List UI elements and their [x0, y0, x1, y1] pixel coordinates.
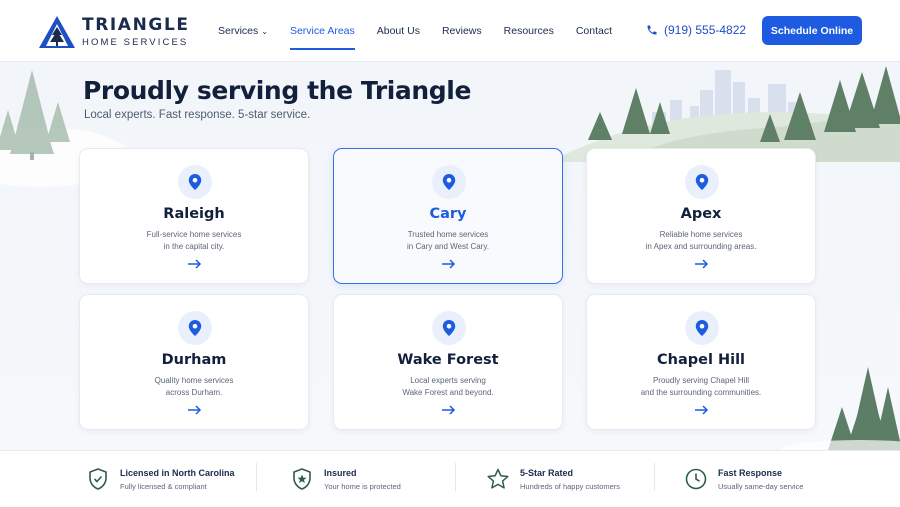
- phone-number: (919) 555-4822: [664, 23, 747, 37]
- trust-title: 5-Star Rated: [520, 467, 574, 478]
- trust-subtitle: Fully licensed & compliant: [120, 481, 207, 491]
- clock-icon: [685, 468, 707, 490]
- arrow-right-icon[interactable]: [442, 405, 456, 415]
- nav-contact-label: Contact: [575, 25, 613, 37]
- map-pin-icon: [685, 311, 719, 345]
- trust-title: Licensed in North Carolina: [120, 467, 235, 478]
- area-desc-line1: Proudly serving Chapel Hill: [652, 376, 750, 385]
- area-name: Wake Forest: [397, 352, 499, 368]
- divider: [654, 463, 655, 491]
- arrow-right-icon[interactable]: [188, 405, 202, 415]
- nav-about-us-label: About Us: [376, 25, 420, 37]
- area-card-durham[interactable]: Durham Quality home services across Durh…: [79, 294, 309, 430]
- area-desc-line2: in the capital city.: [163, 242, 225, 251]
- nav-service-areas-label: Service Areas: [289, 25, 355, 37]
- trust-item-fast-response: Fast Response Usually same-day service: [684, 462, 803, 496]
- area-description: Trusted home services in Cary and West C…: [354, 229, 542, 253]
- area-desc-line2: and the surrounding communities.: [640, 388, 762, 397]
- nav-reviews-label: Reviews: [441, 25, 482, 37]
- trust-bar: Licensed in North Carolina Fully license…: [0, 450, 900, 507]
- area-card-apex[interactable]: Apex Reliable home services in Apex and …: [586, 148, 816, 284]
- area-name: Chapel Hill: [656, 352, 746, 368]
- map-pin-icon: [685, 165, 719, 199]
- map-pin-icon: [178, 311, 212, 345]
- shield-check-icon: [89, 468, 107, 490]
- main-nav: Services ⌄ Service Areas About Us Review…: [218, 0, 634, 62]
- arrow-right-icon[interactable]: [695, 259, 709, 269]
- trust-title: Insured: [324, 467, 357, 478]
- area-desc-line1: Trusted home services: [407, 230, 489, 239]
- trust-item-rated: 5-Star Rated Hundreds of happy customers: [486, 462, 620, 496]
- area-desc-line2: across Durham.: [165, 388, 223, 397]
- nav-reviews[interactable]: Reviews: [442, 0, 482, 62]
- schedule-online-button[interactable]: Schedule Online: [762, 16, 862, 45]
- area-description: Reliable home services in Apex and surro…: [607, 229, 795, 253]
- brand-tagline: HOME SERVICES: [82, 36, 189, 48]
- area-desc-line2: in Cary and West Cary.: [407, 242, 489, 251]
- area-card-chapel-hill[interactable]: Chapel Hill Proudly serving Chapel Hill …: [586, 294, 816, 430]
- nav-service-areas[interactable]: Service Areas: [289, 0, 355, 62]
- divider: [455, 463, 456, 491]
- area-name: Raleigh: [163, 206, 225, 222]
- brand-logo[interactable]: TRIANGLE HOME SERVICES: [38, 15, 190, 49]
- trust-subtitle: Hundreds of happy customers: [520, 481, 621, 491]
- area-desc-line2: in Apex and surrounding areas.: [645, 242, 757, 251]
- page-subtitle: Local experts. Fast response. 5-star ser…: [84, 109, 311, 121]
- area-desc-line1: Full-service home services: [146, 230, 242, 239]
- brand-name: TRIANGLE: [82, 14, 190, 35]
- area-desc-line1: Quality home services: [154, 376, 234, 385]
- area-description: Proudly serving Chapel Hill and the surr…: [607, 375, 795, 399]
- trust-item-insured: Insured Your home is protected: [290, 462, 401, 496]
- area-description: Full-service home services in the capita…: [100, 229, 288, 253]
- page-title: Proudly serving the Triangle: [83, 76, 472, 105]
- nav-resources-label: Resources: [503, 25, 554, 37]
- map-pin-icon: [178, 165, 212, 199]
- trust-item-licensed: Licensed in North Carolina Fully license…: [86, 462, 235, 496]
- map-pin-icon: [432, 311, 466, 345]
- arrow-right-icon[interactable]: [695, 405, 709, 415]
- area-desc-line1: Local experts serving: [410, 376, 486, 385]
- map-pin-icon: [432, 165, 466, 199]
- divider: [256, 463, 257, 491]
- area-desc-line1: Reliable home services: [659, 230, 743, 239]
- nav-services[interactable]: Services ⌄: [218, 0, 268, 62]
- area-name: Durham: [161, 352, 227, 368]
- nav-services-label: Services: [218, 25, 259, 37]
- nav-about-us[interactable]: About Us: [377, 0, 420, 62]
- phone-link[interactable]: (919) 555-4822: [646, 23, 746, 37]
- trust-subtitle: Usually same-day service: [718, 481, 804, 491]
- phone-icon: [647, 25, 657, 35]
- site-header: TRIANGLE HOME SERVICES Services ⌄ Servic…: [0, 0, 900, 62]
- area-description: Local experts serving Wake Forest and be…: [354, 375, 542, 399]
- chevron-down-icon: ⌄: [261, 26, 268, 36]
- trust-title: Fast Response: [718, 467, 783, 478]
- shield-star-icon: [293, 468, 311, 490]
- service-area-grid: Raleigh Full-service home services in th…: [79, 148, 817, 430]
- triangle-trees-logo: [39, 16, 75, 48]
- arrow-right-icon[interactable]: [188, 259, 202, 269]
- area-name: Apex: [680, 206, 722, 222]
- area-card-wake-forest[interactable]: Wake Forest Local experts serving Wake F…: [333, 294, 563, 430]
- star-icon: [487, 468, 509, 489]
- area-card-raleigh[interactable]: Raleigh Full-service home services in th…: [79, 148, 309, 284]
- area-description: Quality home services across Durham.: [100, 375, 288, 399]
- nav-resources[interactable]: Resources: [504, 0, 554, 62]
- area-desc-line2: Wake Forest and beyond.: [402, 388, 494, 397]
- area-name: Cary: [429, 206, 467, 222]
- arrow-right-icon[interactable]: [442, 259, 456, 269]
- nav-contact[interactable]: Contact: [576, 0, 612, 62]
- trust-subtitle: Your home is protected: [324, 481, 401, 491]
- area-card-cary[interactable]: Cary Trusted home services in Cary and W…: [333, 148, 563, 284]
